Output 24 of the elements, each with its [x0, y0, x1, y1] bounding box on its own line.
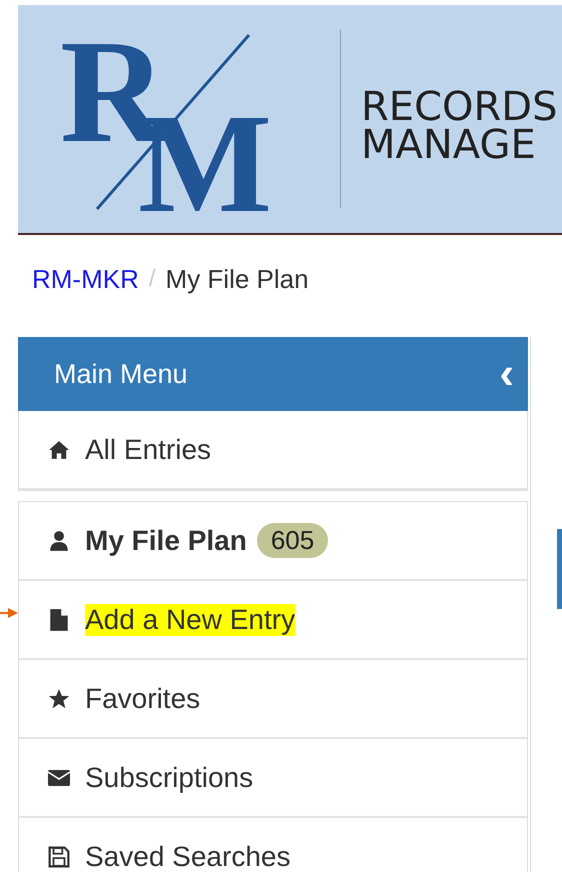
menu-item[interactable]: Subscriptions	[19, 739, 527, 818]
envelope-icon	[47, 768, 71, 788]
breadcrumb-separator: /	[148, 265, 156, 293]
menu-title: Main Menu	[54, 358, 188, 390]
breadcrumb-link[interactable]: RM-MKR	[32, 264, 139, 294]
logo-title: MANAGE	[361, 126, 537, 164]
home-icon	[47, 440, 71, 460]
menu-label: Favorites	[85, 682, 200, 714]
breadcrumb-current: My File Plan	[166, 264, 309, 294]
user-icon	[47, 530, 71, 552]
menu-label: Add a New Entry	[85, 604, 296, 636]
menu-label: Subscriptions	[85, 762, 254, 794]
menu-item[interactable]: Add a New Entry	[19, 581, 527, 660]
collapse-button[interactable]: ‹	[499, 352, 514, 396]
star-icon	[47, 688, 71, 710]
menu-label: Saved Searches	[85, 840, 290, 872]
menu-label: All Entries	[85, 434, 212, 466]
count-badge: 605	[256, 523, 328, 558]
menu-item[interactable]: Saved Searches	[19, 818, 527, 872]
logo-title: RECORDS	[361, 88, 558, 126]
menu-item[interactable]: My File Plan 605	[19, 502, 527, 581]
menu-label: My File Plan	[85, 524, 247, 556]
menu-item[interactable]: All Entries	[19, 411, 527, 490]
menu-item[interactable]: Favorites	[19, 660, 527, 739]
